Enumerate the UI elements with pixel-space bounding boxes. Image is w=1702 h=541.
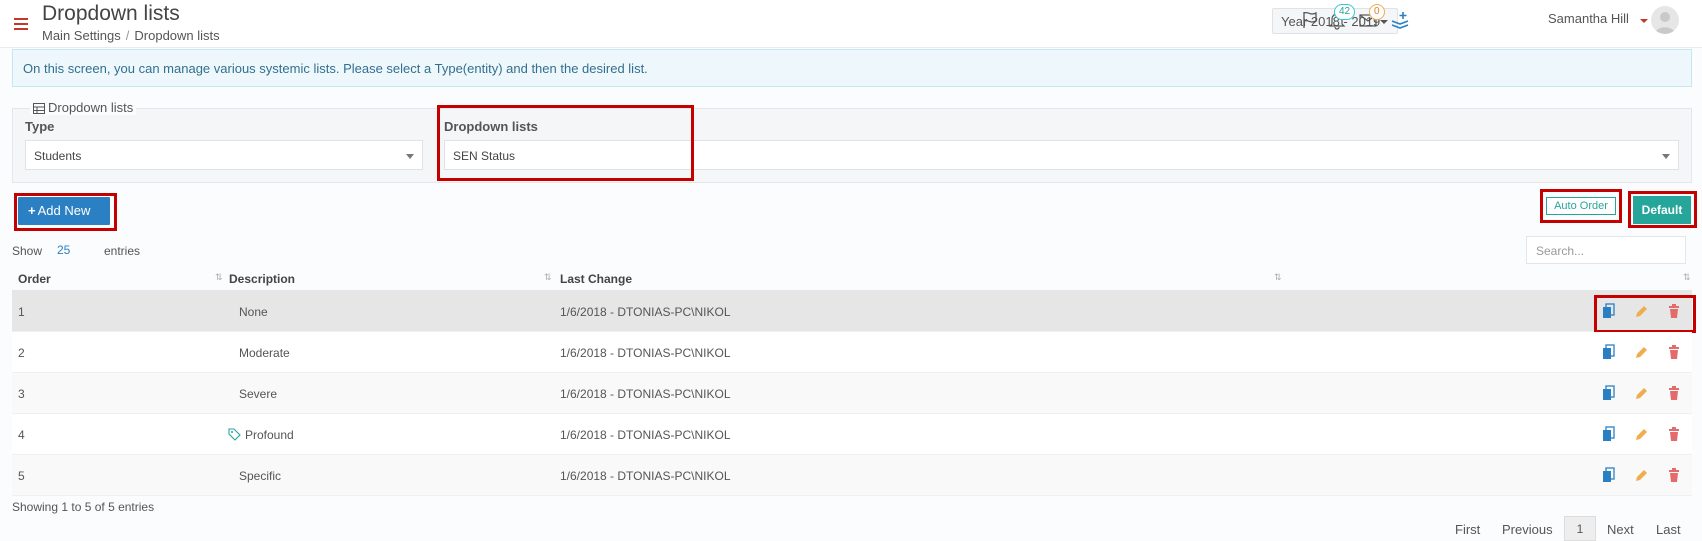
trash-icon[interactable] [1667,467,1681,483]
search-input[interactable]: Search... [1526,236,1686,264]
cell-last-change: 1/6/2018 - DTONIAS-PC\NIKOL [560,346,731,360]
cell-order: 3 [18,387,25,401]
showing-entries-info: Showing 1 to 5 of 5 entries [12,500,155,514]
table-row[interactable]: 1 None 1/6/2018 - DTONIAS-PC\NIKOL [12,291,1692,332]
hamburger-icon[interactable] [14,18,28,30]
cell-description: Profound [245,428,294,442]
sort-icon[interactable]: ⇅ [544,272,552,283]
user-menu-caret-icon[interactable] [1640,19,1648,23]
pager-previous[interactable]: Previous [1502,522,1553,537]
panel-legend: Dropdown lists [30,100,137,115]
pencil-icon[interactable] [1634,426,1648,442]
breadcrumb-dropdown-lists: Dropdown lists [134,28,220,43]
panel-legend-text: Dropdown lists [48,100,134,115]
entries-per-page-select[interactable]: 25 [57,243,70,257]
table-row[interactable]: 2 Moderate 1/6/2018 - DTONIAS-PC\NIKOL [12,332,1692,373]
highlight-add-new [14,193,117,231]
trash-icon[interactable] [1667,426,1681,442]
pencil-icon[interactable] [1634,344,1648,360]
cell-description: Specific [239,469,282,483]
column-header-order[interactable]: Order [18,272,51,286]
show-label: Show [12,244,43,258]
avatar[interactable] [1651,6,1679,34]
cell-order: 4 [18,428,25,442]
sort-icon[interactable]: ⇅ [215,272,223,283]
info-note: On this screen, you can manage various s… [12,49,1692,87]
type-label: Type [25,119,55,134]
column-header-last-change[interactable]: Last Change [560,272,632,286]
pencil-icon[interactable] [1634,385,1648,401]
table-row[interactable]: 4 Profound 1/6/2018 - DTONIAS-PC\NIKOL [12,414,1692,455]
highlight-dropdown-lists [437,105,694,181]
sort-icon[interactable]: ⇅ [1683,272,1691,283]
table-row[interactable]: 5 Specific 1/6/2018 - DTONIAS-PC\NIKOL [12,455,1692,496]
pager-first[interactable]: First [1455,522,1480,537]
user-name[interactable]: Samantha Hill [1548,11,1629,26]
layers-plus-icon[interactable] [1390,10,1410,30]
trash-icon[interactable] [1667,344,1681,360]
type-select-value: Students [34,149,82,163]
table-row[interactable]: 3 Severe 1/6/2018 - DTONIAS-PC\NIKOL [12,373,1692,414]
cell-description: Moderate [239,346,290,360]
cell-last-change: 1/6/2018 - DTONIAS-PC\NIKOL [560,428,731,442]
copy-icon[interactable] [1602,467,1616,483]
tag-icon [228,428,241,441]
cell-description: None [239,305,268,319]
cell-order: 2 [18,346,25,360]
copy-icon[interactable] [1602,385,1616,401]
cell-order: 5 [18,469,25,483]
chevron-down-icon [1662,154,1670,159]
sort-icon[interactable]: ⇅ [1274,272,1282,283]
table-icon [33,103,45,114]
pager-last[interactable]: Last [1656,522,1681,537]
copy-icon[interactable] [1602,426,1616,442]
type-select[interactable]: Students [25,140,423,170]
pager-next[interactable]: Next [1607,522,1634,537]
breadcrumb: Main Settings / Dropdown lists [42,28,220,43]
cell-last-change: 1/6/2018 - DTONIAS-PC\NIKOL [560,305,731,319]
cell-description: Severe [239,387,278,401]
cell-order: 1 [18,305,25,319]
pager-current-page[interactable]: 1 [1564,516,1596,541]
flag-icon[interactable] [1300,10,1320,30]
messages-badge: 0 [1369,4,1385,20]
highlight-auto-order [1540,189,1622,223]
entries-label: entries [104,244,141,258]
trash-icon[interactable] [1667,385,1681,401]
cell-last-change: 1/6/2018 - DTONIAS-PC\NIKOL [560,387,731,401]
notifications-badge: 42 [1334,4,1356,20]
chevron-down-icon [1380,20,1388,24]
breadcrumb-main-settings[interactable]: Main Settings [42,28,121,43]
highlight-row-actions [1594,295,1696,333]
chevron-down-icon [406,154,414,159]
highlight-default [1628,191,1697,228]
top-header: Dropdown lists Main Settings / Dropdown li… [0,0,1702,48]
breadcrumb-separator: / [125,28,130,43]
page-title: Dropdown lists [42,2,180,25]
cell-last-change: 1/6/2018 - DTONIAS-PC\NIKOL [560,469,731,483]
copy-icon[interactable] [1602,344,1616,360]
user-avatar-icon [1655,12,1675,34]
pencil-icon[interactable] [1634,467,1648,483]
column-header-description[interactable]: Description [229,272,295,286]
